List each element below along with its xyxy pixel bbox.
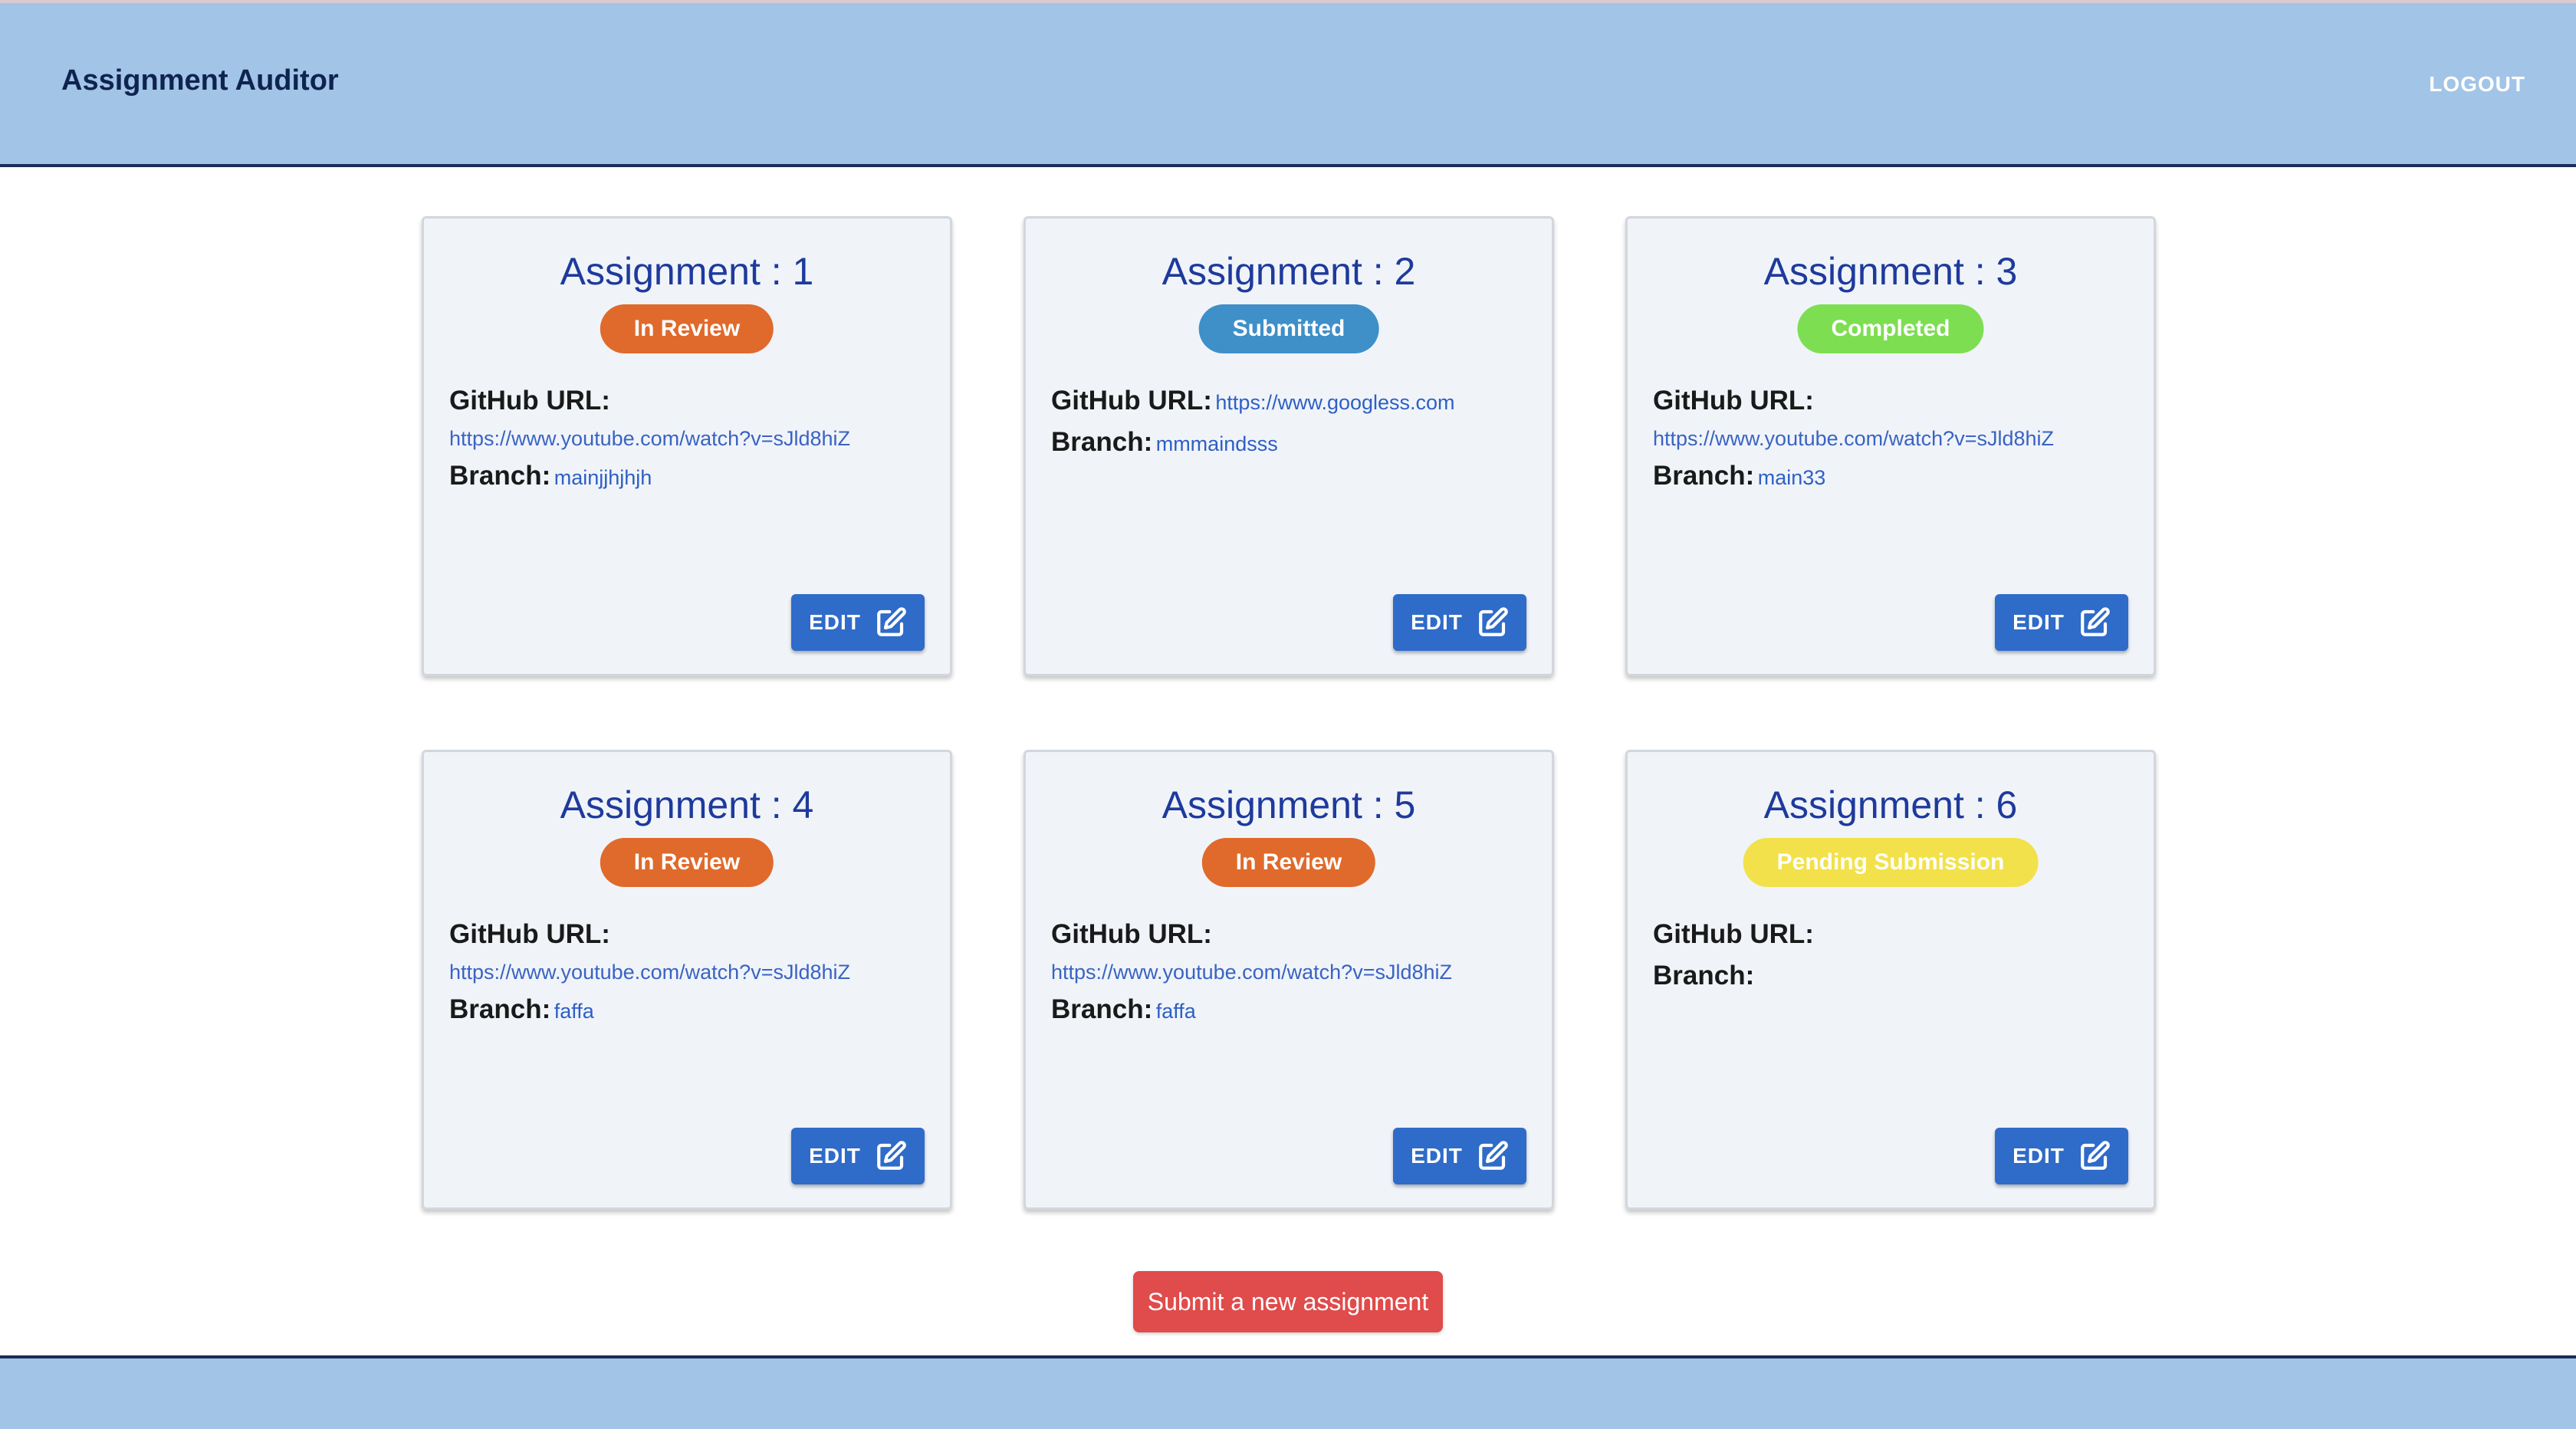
github-url-field: GitHub URL: https://www.youtube.com/watc… <box>449 919 935 984</box>
branch-value: main33 <box>1757 466 1826 489</box>
assignment-card: Assignment : 5 In Review GitHub URL: htt… <box>1024 750 1554 1210</box>
edit-icon <box>877 1141 906 1170</box>
edit-icon <box>877 607 906 636</box>
github-url-label: GitHub URL: <box>449 919 610 949</box>
branch-field: Branch: <box>1653 961 2138 991</box>
branch-label: Branch: <box>449 994 551 1024</box>
github-url-field: GitHub URL: https://www.youtube.com/watc… <box>1051 919 1536 984</box>
branch-label: Branch: <box>1653 461 1755 491</box>
status-badge: In Review <box>600 304 774 353</box>
status-badge: In Review <box>600 838 774 887</box>
github-url-field: GitHub URL: https://www.googless.com <box>1051 386 1536 416</box>
branch-label: Branch: <box>449 461 551 491</box>
github-url-value: https://www.youtube.com/watch?v=sJld8hiZ <box>449 961 850 984</box>
github-url-value: https://www.youtube.com/watch?v=sJld8hiZ <box>1653 427 2054 450</box>
assignment-title: Assignment : 2 <box>1162 250 1416 293</box>
branch-value: faffa <box>554 1000 594 1023</box>
edit-button[interactable]: EDIT <box>1995 594 2128 651</box>
github-url-field: GitHub URL: <box>1653 919 2138 950</box>
github-url-label: GitHub URL: <box>1653 919 1814 949</box>
branch-label: Branch: <box>1051 427 1153 457</box>
branch-value: mmmaindsss <box>1155 432 1278 455</box>
github-url-field: GitHub URL: https://www.youtube.com/watc… <box>449 386 935 451</box>
assignment-card: Assignment : 1 In Review GitHub URL: htt… <box>422 216 952 676</box>
edit-icon <box>1479 1141 1508 1170</box>
edit-button[interactable]: EDIT <box>791 1128 925 1184</box>
app-footer <box>0 1355 2576 1429</box>
assignment-card: Assignment : 6 Pending Submission GitHub… <box>1625 750 2156 1210</box>
github-url-value: https://www.youtube.com/watch?v=sJld8hiZ <box>1051 961 1452 984</box>
branch-field: Branch: main33 <box>1653 461 2138 491</box>
edit-icon <box>1479 607 1508 636</box>
edit-button[interactable]: EDIT <box>1393 594 1526 651</box>
github-url-value: https://www.youtube.com/watch?v=sJld8hiZ <box>449 427 850 450</box>
branch-label: Branch: <box>1051 994 1153 1024</box>
branch-field: Branch: faffa <box>449 994 935 1025</box>
github-url-field: GitHub URL: https://www.youtube.com/watc… <box>1653 386 2138 451</box>
branch-field: Branch: mainjjhjhjh <box>449 461 935 491</box>
edit-button-label: EDIT <box>2013 610 2065 634</box>
submit-new-assignment-button[interactable]: Submit a new assignment <box>1133 1271 1443 1332</box>
assignment-title: Assignment : 1 <box>560 250 814 293</box>
github-url-label: GitHub URL: <box>449 386 610 416</box>
assignment-title: Assignment : 4 <box>560 783 814 826</box>
github-url-value: https://www.googless.com <box>1215 391 1455 414</box>
branch-value: mainjjhjhjh <box>554 466 652 489</box>
branch-field: Branch: faffa <box>1051 994 1536 1025</box>
edit-button-label: EDIT <box>809 610 861 634</box>
app-title: Assignment Auditor <box>61 64 339 97</box>
edit-button-label: EDIT <box>1411 1144 1463 1168</box>
branch-label: Branch: <box>1653 961 1755 990</box>
edit-icon <box>2081 607 2110 636</box>
assignment-card: Assignment : 2 Submitted GitHub URL: htt… <box>1024 216 1554 676</box>
github-url-label: GitHub URL: <box>1051 919 1212 949</box>
github-url-label: GitHub URL: <box>1051 386 1212 416</box>
edit-button-label: EDIT <box>2013 1144 2065 1168</box>
assignment-card: Assignment : 3 Completed GitHub URL: htt… <box>1625 216 2156 676</box>
status-badge: Submitted <box>1198 304 1379 353</box>
edit-button[interactable]: EDIT <box>1393 1128 1526 1184</box>
logout-button[interactable]: LOGOUT <box>2429 72 2525 97</box>
edit-button[interactable]: EDIT <box>1995 1128 2128 1184</box>
status-badge: In Review <box>1201 838 1376 887</box>
github-url-label: GitHub URL: <box>1653 386 1814 416</box>
status-badge: Pending Submission <box>1743 838 2039 887</box>
edit-button-label: EDIT <box>809 1144 861 1168</box>
assignment-title: Assignment : 3 <box>1763 250 2018 293</box>
branch-value: faffa <box>1155 1000 1196 1023</box>
status-badge: Completed <box>1797 304 1984 353</box>
assignment-card: Assignment : 4 In Review GitHub URL: htt… <box>422 750 952 1210</box>
assignment-title: Assignment : 5 <box>1162 783 1416 826</box>
edit-button[interactable]: EDIT <box>791 594 925 651</box>
edit-icon <box>2081 1141 2110 1170</box>
edit-button-label: EDIT <box>1411 610 1463 634</box>
assignment-title: Assignment : 6 <box>1763 783 2018 826</box>
branch-field: Branch: mmmaindsss <box>1051 427 1536 458</box>
app-header: Assignment Auditor LOGOUT <box>0 3 2576 167</box>
